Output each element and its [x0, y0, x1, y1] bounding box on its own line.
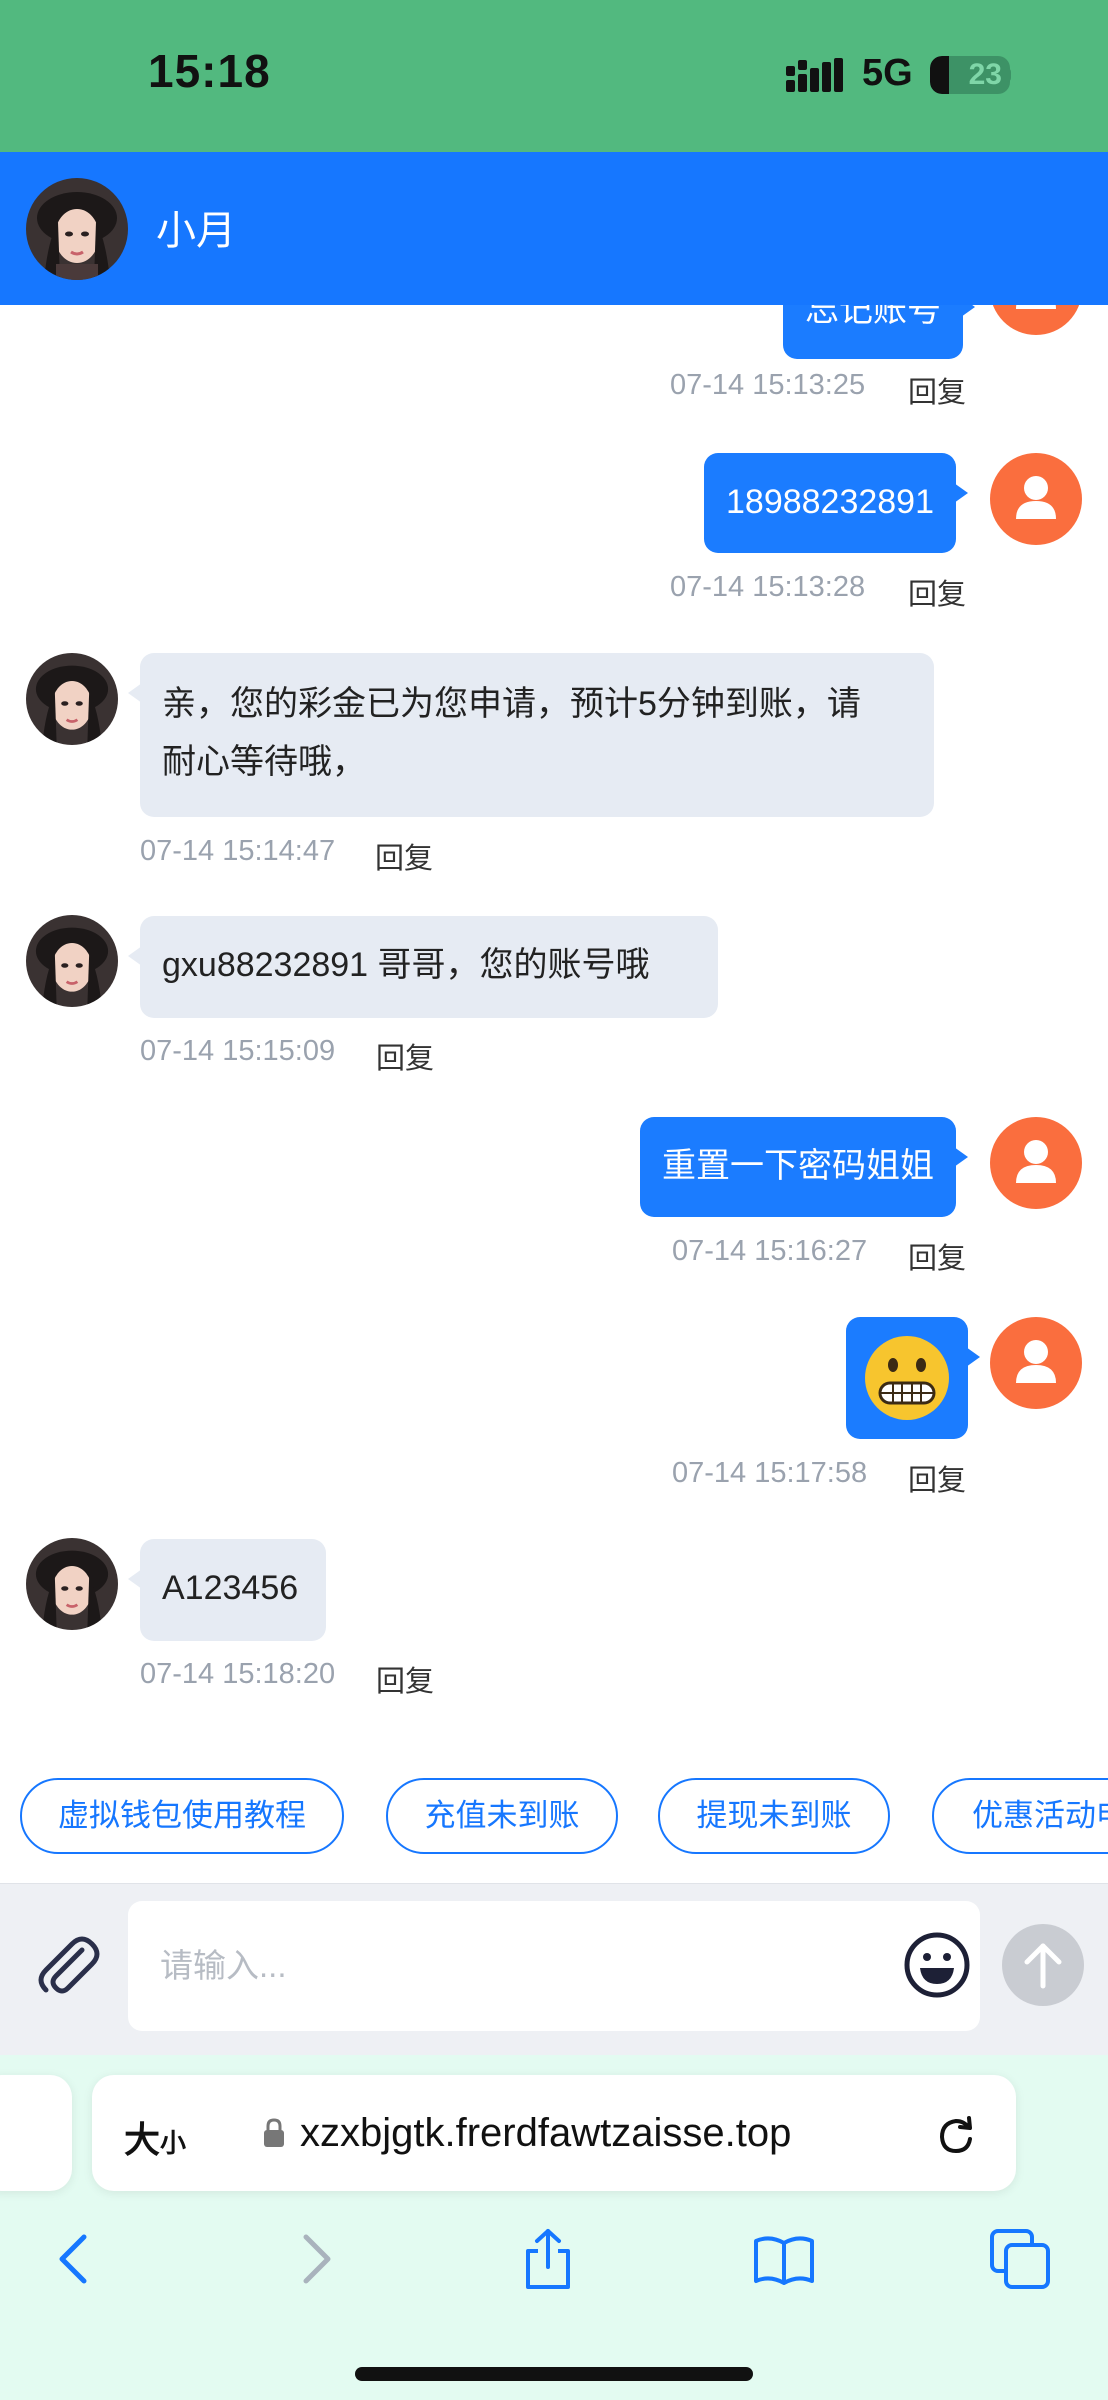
message-timestamp: 07-14 15:13:25: [670, 369, 866, 401]
quick-reply-chip[interactable]: 充值未到账: [386, 1778, 618, 1854]
reply-link[interactable]: 回复: [908, 1235, 966, 1277]
message-bubble-outgoing[interactable]: [846, 1317, 980, 1439]
quick-reply-bar[interactable]: 虚拟钱包使用教程 充值未到账 提现未到账 优惠活动申: [0, 1750, 1108, 1883]
message-timestamp: 07-14 15:14:47: [140, 835, 336, 867]
user-avatar: [990, 305, 1082, 335]
message-timestamp: 07-14 15:13:28: [670, 571, 866, 603]
reply-link[interactable]: 回复: [376, 1658, 434, 1700]
message-bubble-outgoing[interactable]: 18988232891: [704, 453, 969, 553]
reload-icon[interactable]: [934, 2111, 980, 2157]
message-input[interactable]: [128, 1901, 980, 2031]
home-indicator[interactable]: [355, 2367, 753, 2381]
contact-avatar[interactable]: [26, 1538, 118, 1630]
reply-link[interactable]: 回复: [908, 369, 966, 411]
battery-level: 23: [968, 58, 1002, 91]
previous-tab-preview[interactable]: [0, 2075, 72, 2191]
send-button[interactable]: [1002, 1924, 1084, 2006]
battery-cap: [1005, 68, 1011, 82]
quick-reply-chip[interactable]: 优惠活动申: [932, 1778, 1108, 1854]
message-bubble-incoming[interactable]: A123456: [128, 1539, 326, 1641]
message-bubble-outgoing[interactable]: 忘记账号: [783, 305, 975, 359]
reply-link[interactable]: 回复: [375, 835, 433, 877]
quick-reply-chip[interactable]: 提现未到账: [658, 1778, 890, 1854]
contact-name: 小月: [156, 209, 236, 253]
chat-header: 小月: [0, 152, 1108, 305]
chat-screen: 15:18 5G 23 小月 忘记账号 07-14 15:13:25 回复 18…: [0, 0, 1108, 2400]
user-avatar: [990, 1117, 1082, 1209]
smiley-icon[interactable]: [902, 1930, 972, 2000]
message-line: 亲，您的彩金已为您申请，预计5分钟到账，请: [162, 685, 861, 723]
user-avatar: [990, 1317, 1082, 1409]
quick-reply-chip[interactable]: 虚拟钱包使用教程: [20, 1778, 344, 1854]
reply-link[interactable]: 回复: [908, 571, 966, 613]
browser-toolbar: 大小 xzxbjgtk.frerdfawtzaisse.top: [0, 2055, 1108, 2400]
message-bubble-outgoing[interactable]: 重置一下密码姐姐: [640, 1117, 968, 1217]
message-list[interactable]: 忘记账号 07-14 15:13:25 回复 18988232891 07-14…: [0, 305, 1108, 1750]
paperclip-icon[interactable]: [30, 1930, 102, 2002]
reply-link[interactable]: 回复: [908, 1457, 966, 1499]
message-timestamp: 07-14 15:17:58: [672, 1457, 868, 1489]
battery-icon: 23: [930, 56, 1010, 94]
text-size-button[interactable]: 大小: [124, 2111, 186, 2163]
contact-avatar[interactable]: [26, 653, 118, 745]
tabs-icon[interactable]: [988, 2227, 1052, 2291]
grimacing-emoji: [865, 1336, 949, 1420]
send-arrow-icon: [1024, 1943, 1062, 1989]
contact-avatar[interactable]: [26, 178, 128, 280]
message-timestamp: 07-14 15:15:09: [140, 1035, 336, 1067]
user-avatar: [990, 453, 1082, 545]
message-input-bar: [0, 1883, 1108, 2055]
message-timestamp: 07-14 15:18:20: [140, 1658, 336, 1690]
network-type: 5G: [862, 52, 913, 94]
message-line: 耐心等待哦，: [162, 743, 366, 781]
status-time: 15:18: [148, 45, 271, 97]
signal-icon: [786, 58, 843, 92]
lock-icon: [264, 2118, 284, 2147]
text-size-small: 小: [160, 2128, 187, 2158]
contact-avatar[interactable]: [26, 915, 118, 1007]
url-text[interactable]: xzxbjgtk.frerdfawtzaisse.top: [300, 2111, 791, 2156]
share-icon[interactable]: [516, 2227, 580, 2291]
message-timestamp: 07-14 15:16:27: [672, 1235, 868, 1267]
back-icon[interactable]: [44, 2227, 108, 2291]
forward-icon[interactable]: [282, 2227, 346, 2291]
message-bubble-incoming[interactable]: 亲，您的彩金已为您申请，预计5分钟到账，请 耐心等待哦，: [128, 653, 934, 817]
bookmarks-icon[interactable]: [752, 2227, 816, 2291]
message-bubble-incoming[interactable]: gxu88232891 哥哥，您的账号哦: [128, 916, 718, 1018]
reply-link[interactable]: 回复: [376, 1035, 434, 1077]
text-size-big: 大: [124, 2119, 161, 2160]
address-bar[interactable]: 大小 xzxbjgtk.frerdfawtzaisse.top: [92, 2075, 1016, 2191]
status-bar: 15:18 5G 23: [0, 0, 1108, 152]
